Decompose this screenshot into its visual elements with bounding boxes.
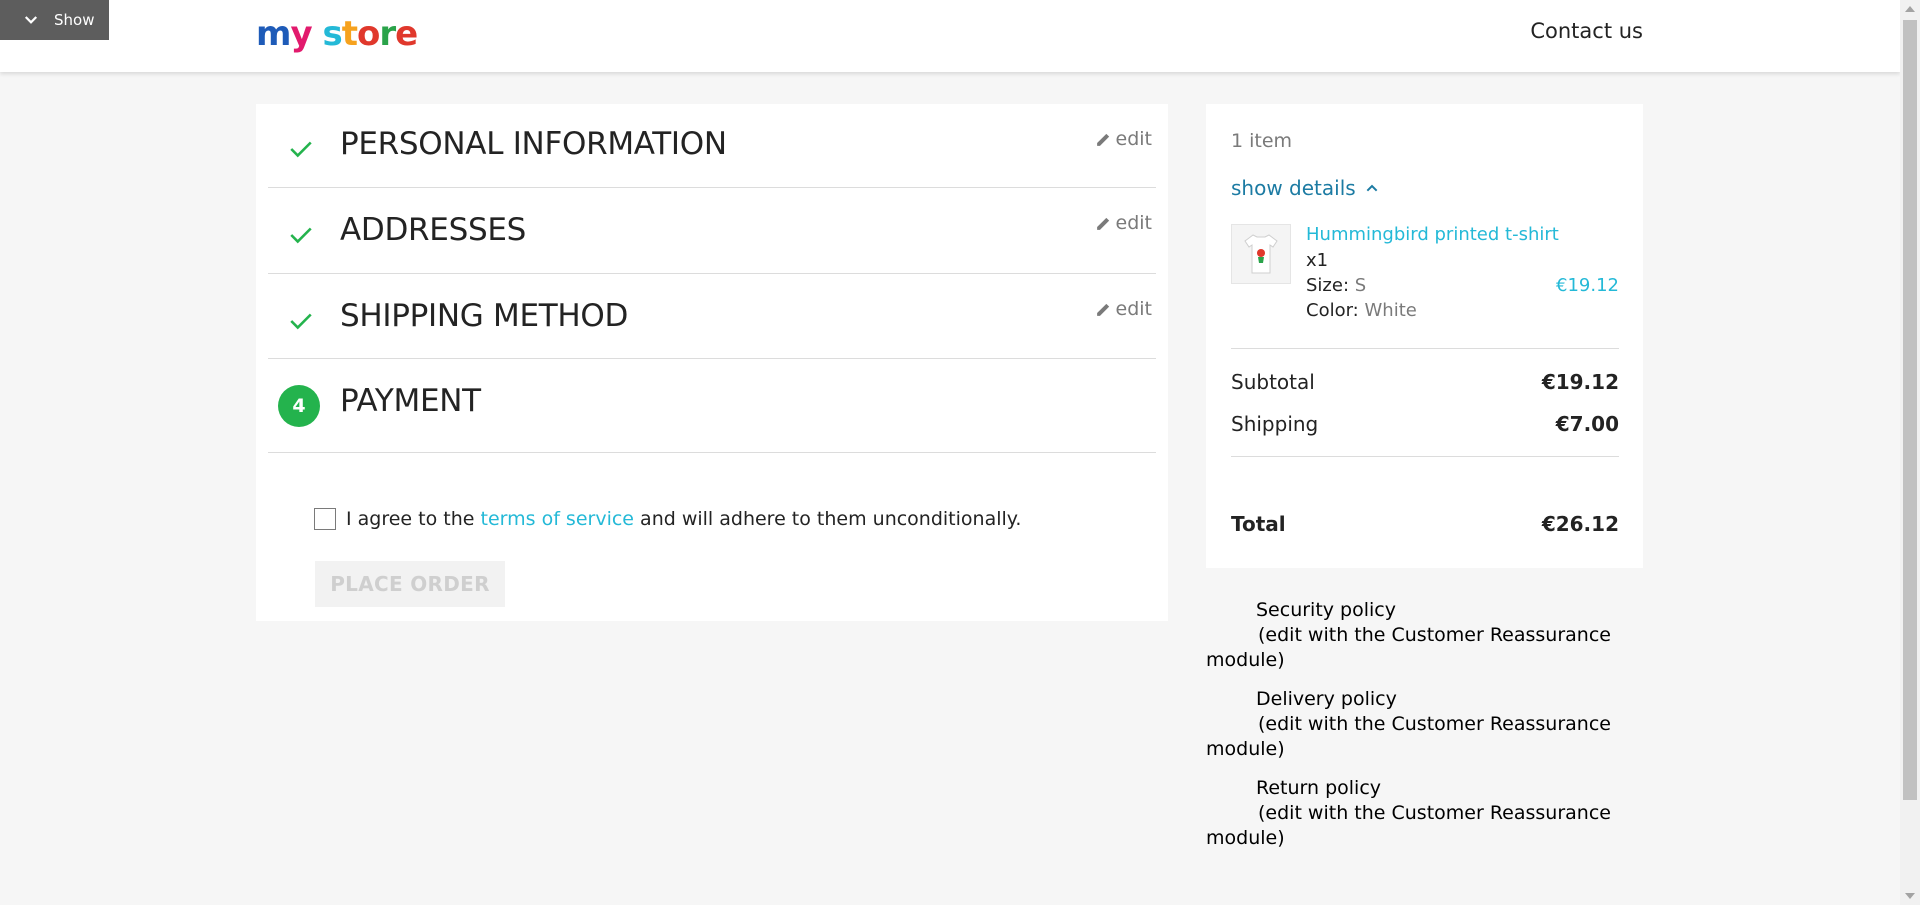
terms-prefix: I agree to the xyxy=(346,508,475,530)
page-scrollbar[interactable] xyxy=(1900,0,1920,905)
terms-suffix: and will adhere to them unconditionally. xyxy=(640,508,1022,530)
shipping-label: Shipping xyxy=(1231,412,1319,436)
shipping-value: €7.00 xyxy=(1555,412,1619,436)
reassurance-item: Security policy (edit with the Customer … xyxy=(1206,598,1626,673)
scroll-down-icon[interactable] xyxy=(1905,893,1915,899)
step-title: PERSONAL INFORMATION xyxy=(340,126,727,162)
pencil-icon xyxy=(1096,133,1109,146)
chevron-up-icon xyxy=(1366,184,1378,192)
product-size: Size: S xyxy=(1306,275,1367,296)
total-value: €26.12 xyxy=(1541,512,1619,536)
edit-personal-information[interactable]: edit xyxy=(1095,128,1152,150)
store-logo[interactable]: my store xyxy=(256,14,418,54)
divider xyxy=(1231,456,1619,457)
total-label: Total xyxy=(1231,512,1286,536)
product-quantity: x1 xyxy=(1306,250,1329,271)
chevron-down-icon xyxy=(24,16,38,24)
product-price: €19.12 xyxy=(1556,275,1619,296)
step-addresses[interactable]: ADDRESSES edit xyxy=(268,188,1156,274)
total-row: Total €26.12 xyxy=(1231,512,1619,536)
pencil-icon xyxy=(1096,217,1109,230)
step-title: ADDRESSES xyxy=(340,212,526,248)
step-title: PAYMENT xyxy=(340,383,481,419)
pencil-icon xyxy=(1096,303,1109,316)
reassurance-title: Return policy xyxy=(1256,777,1382,799)
place-order-button[interactable]: PLACE ORDER xyxy=(315,561,505,607)
step-payment: 4 PAYMENT xyxy=(268,359,1156,453)
check-icon xyxy=(290,227,312,244)
edit-addresses[interactable]: edit xyxy=(1095,212,1152,234)
subtotal-row: Subtotal €19.12 xyxy=(1231,370,1619,394)
edit-shipping-method[interactable]: edit xyxy=(1095,298,1152,320)
check-icon xyxy=(290,141,312,158)
terms-checkbox[interactable] xyxy=(314,508,336,530)
step-number-badge: 4 xyxy=(278,385,320,427)
checkout-steps: PERSONAL INFORMATION edit ADDRESSES edit… xyxy=(256,104,1168,621)
site-header: my store Contact us xyxy=(0,0,1900,72)
subtotal-value: €19.12 xyxy=(1541,370,1619,394)
product-thumbnail[interactable] xyxy=(1231,224,1291,284)
scroll-up-icon[interactable] xyxy=(1905,6,1915,12)
reassurance-desc: (edit with the Customer Reassurance modu… xyxy=(1206,802,1611,849)
reassurance-title: Delivery policy xyxy=(1256,688,1397,710)
debug-show-toggle[interactable]: Show xyxy=(0,0,109,40)
step-title: SHIPPING METHOD xyxy=(340,298,629,334)
cart-summary: 1 item show details Hummingbird printed … xyxy=(1206,104,1643,568)
show-details-toggle[interactable]: show details xyxy=(1231,176,1380,200)
debug-show-label: Show xyxy=(54,11,95,29)
scrollbar-thumb[interactable] xyxy=(1903,20,1917,800)
reassurance-item: Return policy (edit with the Customer Re… xyxy=(1206,776,1626,851)
terms-of-service-link[interactable]: terms of service xyxy=(481,508,634,530)
terms-agreement: I agree to the terms of service and will… xyxy=(314,508,1021,530)
product-name-link[interactable]: Hummingbird printed t-shirt xyxy=(1306,224,1559,245)
check-icon xyxy=(290,313,312,330)
divider xyxy=(1231,348,1619,349)
contact-us-link[interactable]: Contact us xyxy=(1530,19,1643,43)
reassurance-item: Delivery policy (edit with the Customer … xyxy=(1206,687,1626,762)
reassurance-desc: (edit with the Customer Reassurance modu… xyxy=(1206,713,1611,760)
step-shipping-method[interactable]: SHIPPING METHOD edit xyxy=(268,274,1156,359)
reassurance-desc: (edit with the Customer Reassurance modu… xyxy=(1206,624,1611,671)
reassurance-title: Security policy xyxy=(1256,599,1396,621)
reassurance-block: Security policy (edit with the Customer … xyxy=(1206,598,1626,865)
items-count: 1 item xyxy=(1231,130,1293,152)
step-personal-information[interactable]: PERSONAL INFORMATION edit xyxy=(268,104,1156,188)
tshirt-icon xyxy=(1244,234,1278,274)
product-color: Color: White xyxy=(1306,300,1417,321)
shipping-row: Shipping €7.00 xyxy=(1231,412,1619,436)
subtotal-label: Subtotal xyxy=(1231,370,1315,394)
